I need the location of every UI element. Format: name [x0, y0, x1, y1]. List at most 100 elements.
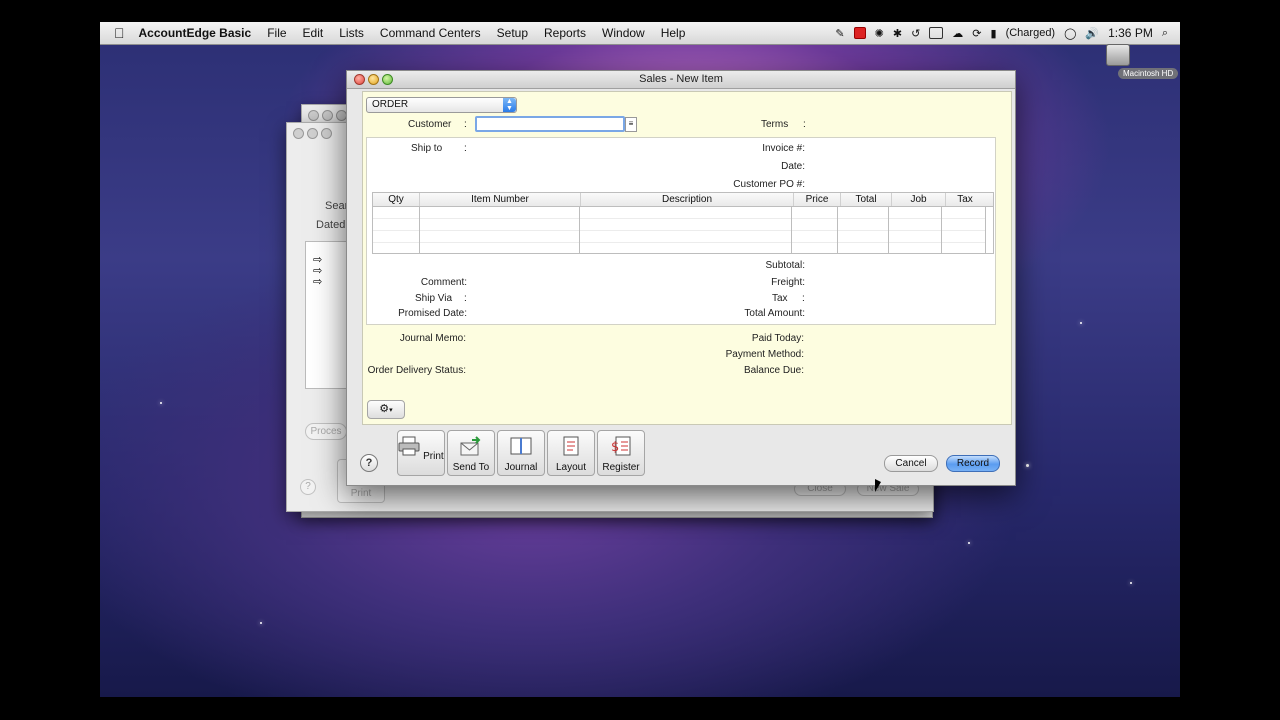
hard-drive-icon — [1106, 44, 1130, 66]
document-icon — [563, 436, 579, 456]
col-tax[interactable]: Tax — [946, 193, 984, 206]
menu-app-name[interactable]: AccountEdge Basic — [139, 26, 252, 40]
col-total[interactable]: Total — [841, 193, 892, 206]
layout-select[interactable]: ORDER ▲ ▼ — [366, 97, 517, 113]
sales-form: ORDER ▲ ▼ Customer : ≡ Terms : Ship to : … — [362, 91, 1012, 425]
total-amount-label: Total Amount: — [744, 308, 805, 319]
order-delivery-status-label: Order Delivery Status: — [367, 365, 466, 376]
col-qty[interactable]: Qty — [373, 193, 420, 206]
col-price[interactable]: Price — [794, 193, 841, 206]
clock[interactable]: 1:36 PM — [1108, 26, 1153, 40]
row-arrow-icon[interactable]: ⇨ — [313, 275, 322, 288]
window-zoom-icon[interactable] — [321, 128, 332, 139]
menu-command-centers[interactable]: Command Centers — [380, 26, 481, 40]
window-minimize-icon[interactable] — [307, 128, 318, 139]
invoice-label: Invoice #: — [762, 143, 805, 154]
process-button[interactable]: Proces — [305, 423, 347, 440]
layout-select-value: ORDER — [372, 99, 409, 110]
terms-label: Terms — [761, 119, 789, 130]
transaction-list[interactable] — [305, 241, 349, 389]
details-panel: Ship to : Invoice #: Date: Customer PO #… — [366, 137, 996, 325]
window-titlebar[interactable]: Sales - New Item — [347, 71, 1015, 89]
send-to-button[interactable]: Send To — [447, 430, 495, 476]
menu-edit[interactable]: Edit — [303, 26, 324, 40]
colon: : — [802, 293, 805, 304]
window-close-icon[interactable] — [293, 128, 304, 139]
apple-menu-icon[interactable]:  — [114, 25, 125, 41]
register-label: Register — [602, 462, 640, 473]
menu-reports[interactable]: Reports — [544, 26, 586, 40]
cancel-button[interactable]: Cancel — [884, 455, 938, 472]
ship-to-label: Ship to — [411, 143, 443, 154]
script-icon[interactable]: ✎ — [835, 27, 844, 40]
mouse-cursor-icon — [875, 479, 881, 492]
chat-icon[interactable]: ◯ — [1064, 27, 1076, 40]
journal-button[interactable]: Journal — [497, 430, 545, 476]
table-body[interactable] — [373, 207, 986, 253]
volume-icon[interactable]: 🔊 — [1085, 27, 1099, 40]
select-stepper-icon: ▲ ▼ — [503, 98, 516, 112]
cloud-icon[interactable]: ☁ — [952, 27, 963, 40]
tax-label: Tax — [772, 293, 788, 304]
payment-method-label: Payment Method: — [725, 349, 804, 360]
close-window-icon[interactable] — [354, 74, 365, 85]
menu-setup[interactable]: Setup — [497, 26, 528, 40]
svg-text:$: $ — [611, 440, 619, 455]
customer-list-icon[interactable]: ≡ — [625, 117, 637, 132]
macintosh-hd-drive[interactable]: Macintosh HD — [1082, 44, 1179, 79]
send-to-label: Send To — [452, 462, 490, 473]
gear-menu-button[interactable]: ⚙▾ — [367, 400, 405, 419]
printer-icon — [398, 436, 420, 456]
window-minimize-icon[interactable] — [322, 110, 333, 121]
drive-label: Macintosh HD — [1118, 68, 1179, 79]
date-label: Date: — [781, 161, 805, 172]
help-icon[interactable]: ? — [360, 454, 378, 472]
display-icon[interactable] — [929, 27, 944, 39]
promised-date-label: Promised Date: — [398, 308, 467, 319]
col-job[interactable]: Job — [892, 193, 946, 206]
minimize-window-icon[interactable] — [368, 74, 379, 85]
spotlight-icon[interactable]: ⌕ — [1162, 27, 1168, 40]
register-button[interactable]: $ Register — [597, 430, 645, 476]
layout-label: Layout — [555, 462, 587, 473]
comment-label: Comment: — [420, 277, 467, 288]
zoom-window-icon[interactable] — [382, 74, 393, 85]
sales-window[interactable]: Sales - New Item ORDER ▲ ▼ Customer : ≡ T… — [346, 70, 1016, 486]
menu-lists[interactable]: Lists — [339, 26, 364, 40]
menu-file[interactable]: File — [267, 26, 286, 40]
customer-po-label: Customer PO #: — [733, 179, 805, 190]
paid-today-label: Paid Today: — [751, 333, 804, 344]
menu-window[interactable]: Window — [602, 26, 645, 40]
bluetooth-icon[interactable]: ✱ — [893, 27, 902, 40]
dated-label: Dated — [316, 219, 346, 231]
customer-input[interactable] — [475, 116, 625, 132]
battery-icon[interactable]: ▮ — [991, 27, 997, 40]
layout-button[interactable]: Layout — [547, 430, 595, 476]
menu-help[interactable]: Help — [661, 26, 686, 40]
register-icon: $ — [611, 436, 631, 456]
window-title: Sales - New Item — [639, 73, 723, 85]
window-close-icon[interactable] — [308, 110, 319, 121]
gear-icon: ⚙ — [379, 403, 390, 415]
red-app-icon[interactable] — [853, 27, 866, 39]
time-machine-icon[interactable]: ↺ — [911, 27, 920, 40]
colon: : — [464, 119, 467, 130]
battery-status[interactable]: (Charged) — [1006, 27, 1056, 39]
colon: : — [464, 143, 467, 154]
line-items-table[interactable]: Qty Item Number Description Price Total … — [372, 192, 994, 254]
journal-memo-label: Journal Memo: — [399, 333, 466, 344]
print-button[interactable]: Print — [397, 430, 445, 476]
sync-arrows-icon[interactable]: ⟳ — [972, 27, 981, 40]
sync-icon[interactable]: ✺ — [875, 27, 884, 40]
colon: : — [803, 119, 806, 130]
ship-via-label: Ship Via — [415, 293, 453, 304]
envelope-icon — [460, 436, 481, 456]
freight-label: Freight: — [771, 277, 805, 288]
journal-label: Journal — [504, 462, 538, 473]
subtotal-label: Subtotal: — [765, 260, 805, 271]
record-button[interactable]: Record — [946, 455, 1000, 472]
menu-bar:  AccountEdge Basic File Edit Lists Comm… — [100, 22, 1180, 45]
col-description[interactable]: Description — [581, 193, 794, 206]
col-item-number[interactable]: Item Number — [420, 193, 581, 206]
help-icon-disabled[interactable]: ? — [300, 479, 316, 495]
